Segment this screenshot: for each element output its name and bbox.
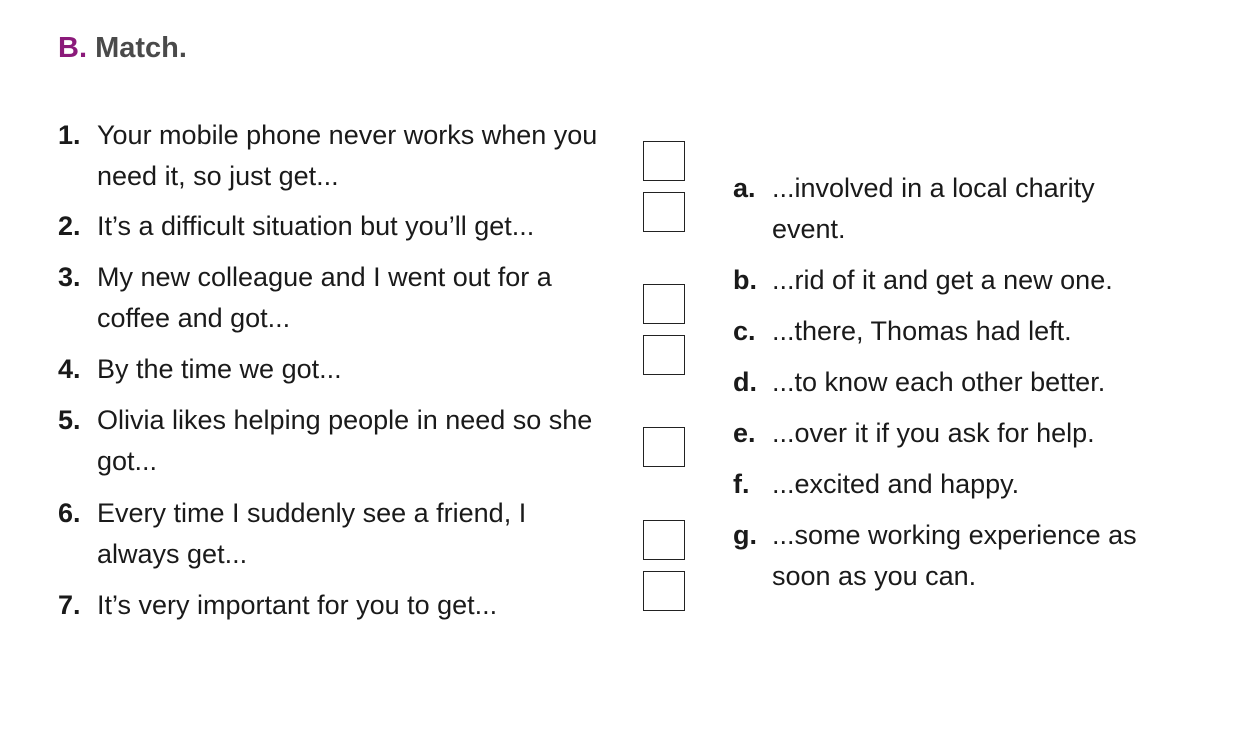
answer-box-1[interactable]: [643, 141, 685, 181]
item-letter: b.: [733, 265, 757, 295]
item-letter: a.: [733, 173, 756, 203]
left-item-4: 4. By the time we got...: [58, 349, 617, 390]
item-text: Olivia likes helping people in need so s…: [97, 405, 593, 476]
right-item-a: a. ...involved in a local charity event.: [733, 168, 1162, 250]
item-text: ...there, Thomas had left.: [772, 316, 1072, 346]
item-text: By the time we got...: [97, 354, 342, 384]
answer-box-6[interactable]: [643, 520, 685, 560]
answer-box-5[interactable]: [643, 427, 685, 467]
right-item-e: e. ...over it if you ask for help.: [733, 413, 1202, 454]
right-item-f: f. ...excited and happy.: [733, 464, 1202, 505]
item-number: 5.: [58, 405, 81, 435]
item-text: My new colleague and I went out for a co…: [97, 262, 552, 333]
item-number: 7.: [58, 590, 81, 620]
answer-box-3[interactable]: [643, 284, 685, 324]
item-text: ...some working experience as soon as yo…: [772, 520, 1137, 591]
exercise-heading: B. Match.: [58, 32, 187, 65]
item-text: ...involved in a local charity event.: [772, 173, 1095, 244]
item-text: ...over it if you ask for help.: [772, 418, 1095, 448]
item-text: ...rid of it and get a new one.: [772, 265, 1113, 295]
right-item-d: d. ...to know each other better.: [733, 362, 1202, 403]
left-item-5: 5. Olivia likes helping people in need s…: [58, 400, 597, 482]
item-text: ...to know each other better.: [772, 367, 1106, 397]
answer-box-2[interactable]: [643, 192, 685, 232]
item-number: 2.: [58, 211, 81, 241]
item-text: It’s a difficult situation but you’ll ge…: [97, 211, 535, 241]
exercise-title: Match.: [95, 32, 187, 64]
exercise-letter: B.: [58, 32, 87, 64]
item-letter: g.: [733, 520, 757, 550]
right-item-g: g. ...some working experience as soon as…: [733, 515, 1202, 597]
item-text: It’s very important for you to get...: [97, 590, 498, 620]
item-letter: c.: [733, 316, 756, 346]
item-number: 3.: [58, 262, 81, 292]
item-text: Your mobile phone never works when you n…: [97, 120, 598, 191]
item-letter: f.: [733, 469, 750, 499]
item-letter: e.: [733, 418, 756, 448]
left-item-2: 2. It’s a difficult situation but you’ll…: [58, 206, 657, 247]
item-number: 4.: [58, 354, 81, 384]
item-letter: d.: [733, 367, 757, 397]
item-number: 6.: [58, 498, 81, 528]
left-item-1: 1. Your mobile phone never works when yo…: [58, 115, 617, 197]
answer-box-4[interactable]: [643, 335, 685, 375]
left-item-6: 6. Every time I suddenly see a friend, I…: [58, 493, 597, 575]
right-item-b: b. ...rid of it and get a new one.: [733, 260, 1202, 301]
item-number: 1.: [58, 120, 81, 150]
item-text: ...excited and happy.: [772, 469, 1020, 499]
item-text: Every time I suddenly see a friend, I al…: [97, 498, 527, 569]
right-item-c: c. ...there, Thomas had left.: [733, 311, 1202, 352]
left-item-7: 7. It’s very important for you to get...: [58, 585, 617, 626]
answer-box-7[interactable]: [643, 571, 685, 611]
left-item-3: 3. My new colleague and I went out for a…: [58, 257, 617, 339]
